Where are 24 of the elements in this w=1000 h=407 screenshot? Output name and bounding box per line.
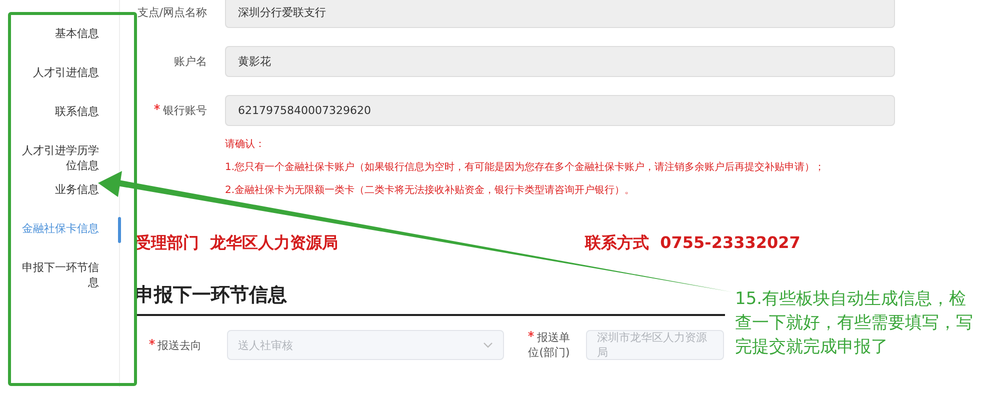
required-asterisk-icon xyxy=(154,104,160,110)
field-label: 账户名 xyxy=(173,54,207,69)
notice-text: 2.金融社保卡为无限额一类卡（二类卡将无法接收补贴资金，银行卡类型请咨询开户银行）。 xyxy=(225,184,636,197)
sidebar-item[interactable]: 联系信息 xyxy=(0,104,119,143)
input-field[interactable]: 6217975840007329620 xyxy=(225,95,895,126)
notice-title: 请确认： xyxy=(225,138,266,151)
input-field[interactable]: 黄影花 xyxy=(225,46,895,77)
field-label: 银行账号 xyxy=(135,103,207,118)
field-label: 报送去向 xyxy=(135,338,215,352)
notice-text: 1.您只有一个金融社保卡账户（如果银行信息为空时，有可能是因为您存在多个金融社保卡账户，请注销多余账户后再提交补贴申请）； xyxy=(225,160,826,174)
sidebar-item[interactable]: 业务信息 xyxy=(0,182,119,221)
chevron-down-icon xyxy=(483,342,493,348)
field-label: 报送单位(部门) xyxy=(527,330,571,360)
sidebar-item[interactable]: 基本信息 xyxy=(0,26,119,65)
contact-info: 联系方式 0755-23332027 xyxy=(585,233,802,254)
input-field[interactable]: 深圳分行爱联支行 xyxy=(225,0,895,28)
required-asterisk-icon xyxy=(528,331,534,337)
active-indicator xyxy=(118,217,121,243)
annotation-text: 15.有些板块自动生成信息，检查一下就好，有些需要填写，写完提交就完成申报了 xyxy=(735,288,974,359)
required-asterisk-icon xyxy=(148,338,154,344)
sidebar-item[interactable]: 人才引进学历学位信息 xyxy=(0,143,119,182)
sidebar-item[interactable]: 人才引进信息 xyxy=(0,65,119,104)
field-label: 支点/网点名称 xyxy=(136,5,207,20)
sidebar-item[interactable]: 申报下一环节信息 xyxy=(0,260,119,299)
